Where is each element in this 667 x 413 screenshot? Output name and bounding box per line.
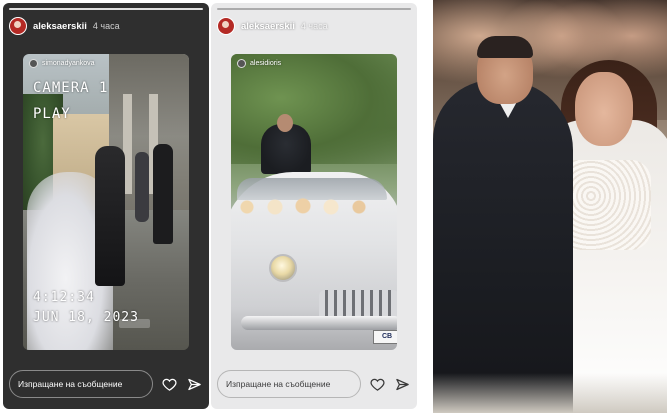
- avatar[interactable]: [217, 17, 235, 35]
- story-progress-bar: [217, 8, 411, 10]
- story-username[interactable]: aleksaerskii: [33, 21, 87, 32]
- groom-suit: [433, 80, 573, 413]
- credit-avatar: [237, 59, 246, 68]
- story-time: 4 часа: [92, 21, 120, 31]
- message-input[interactable]: Изпращане на съобщение: [217, 370, 361, 398]
- flower-decoration: [233, 196, 373, 218]
- credit-avatar: [29, 59, 38, 68]
- story-panel-2[interactable]: aleksaerskii 4 часа CB alesidioris Изпра…: [211, 3, 417, 409]
- heart-icon[interactable]: [369, 375, 386, 393]
- car-headlight: [269, 254, 297, 282]
- story-media-wedding-street[interactable]: simonadyankova CAMERA 1 PLAY 4:12:34 JUN…: [23, 54, 189, 350]
- photo-first-dance: [433, 0, 667, 413]
- guest: [135, 152, 149, 222]
- avatar[interactable]: [9, 17, 27, 35]
- story-time: 4 часа: [300, 21, 328, 31]
- license-plate: CB: [373, 330, 397, 344]
- media-credit[interactable]: alesidioris: [237, 59, 281, 68]
- message-placeholder: Изпращане на съобщение: [18, 379, 123, 389]
- heart-icon[interactable]: [161, 375, 178, 393]
- story-username[interactable]: aleksaerskii: [241, 21, 295, 32]
- screenshot-collage: aleksaerskii 4 часа simonadyankova CAMER…: [0, 0, 667, 413]
- car-bumper: [241, 316, 397, 330]
- guest: [153, 144, 173, 244]
- trees: [231, 54, 397, 164]
- message-input[interactable]: Изпращане на съобщение: [9, 370, 153, 398]
- groom: [95, 146, 125, 286]
- message-bar: Изпращане на съобщение: [215, 363, 413, 405]
- guest-head: [277, 114, 293, 132]
- mention-tag[interactable]: [119, 319, 151, 328]
- story-media-wedding-car[interactable]: CB alesidioris: [231, 54, 397, 350]
- story-progress-bar: [9, 8, 203, 10]
- message-bar: Изпращане на съобщение: [7, 363, 205, 405]
- camera-label: CAMERA 1: [33, 80, 109, 96]
- floor: [433, 373, 667, 413]
- send-icon[interactable]: [186, 375, 203, 393]
- credit-username: simonadyankova: [42, 60, 95, 67]
- message-placeholder: Изпращане на съобщение: [226, 379, 331, 389]
- play-label: PLAY: [33, 106, 71, 122]
- groom-hair: [477, 36, 533, 58]
- clock-label: 4:12:34: [33, 290, 95, 305]
- story-header: aleksaerskii 4 часа: [9, 16, 203, 36]
- media-credit[interactable]: simonadyankova: [29, 59, 95, 68]
- mention-tag[interactable]: [119, 332, 144, 339]
- story-panel-1[interactable]: aleksaerskii 4 часа simonadyankova CAMER…: [3, 3, 209, 409]
- credit-username: alesidioris: [250, 60, 282, 67]
- send-icon[interactable]: [394, 375, 411, 393]
- bride-face: [575, 72, 633, 146]
- story-header: aleksaerskii 4 часа: [217, 16, 411, 36]
